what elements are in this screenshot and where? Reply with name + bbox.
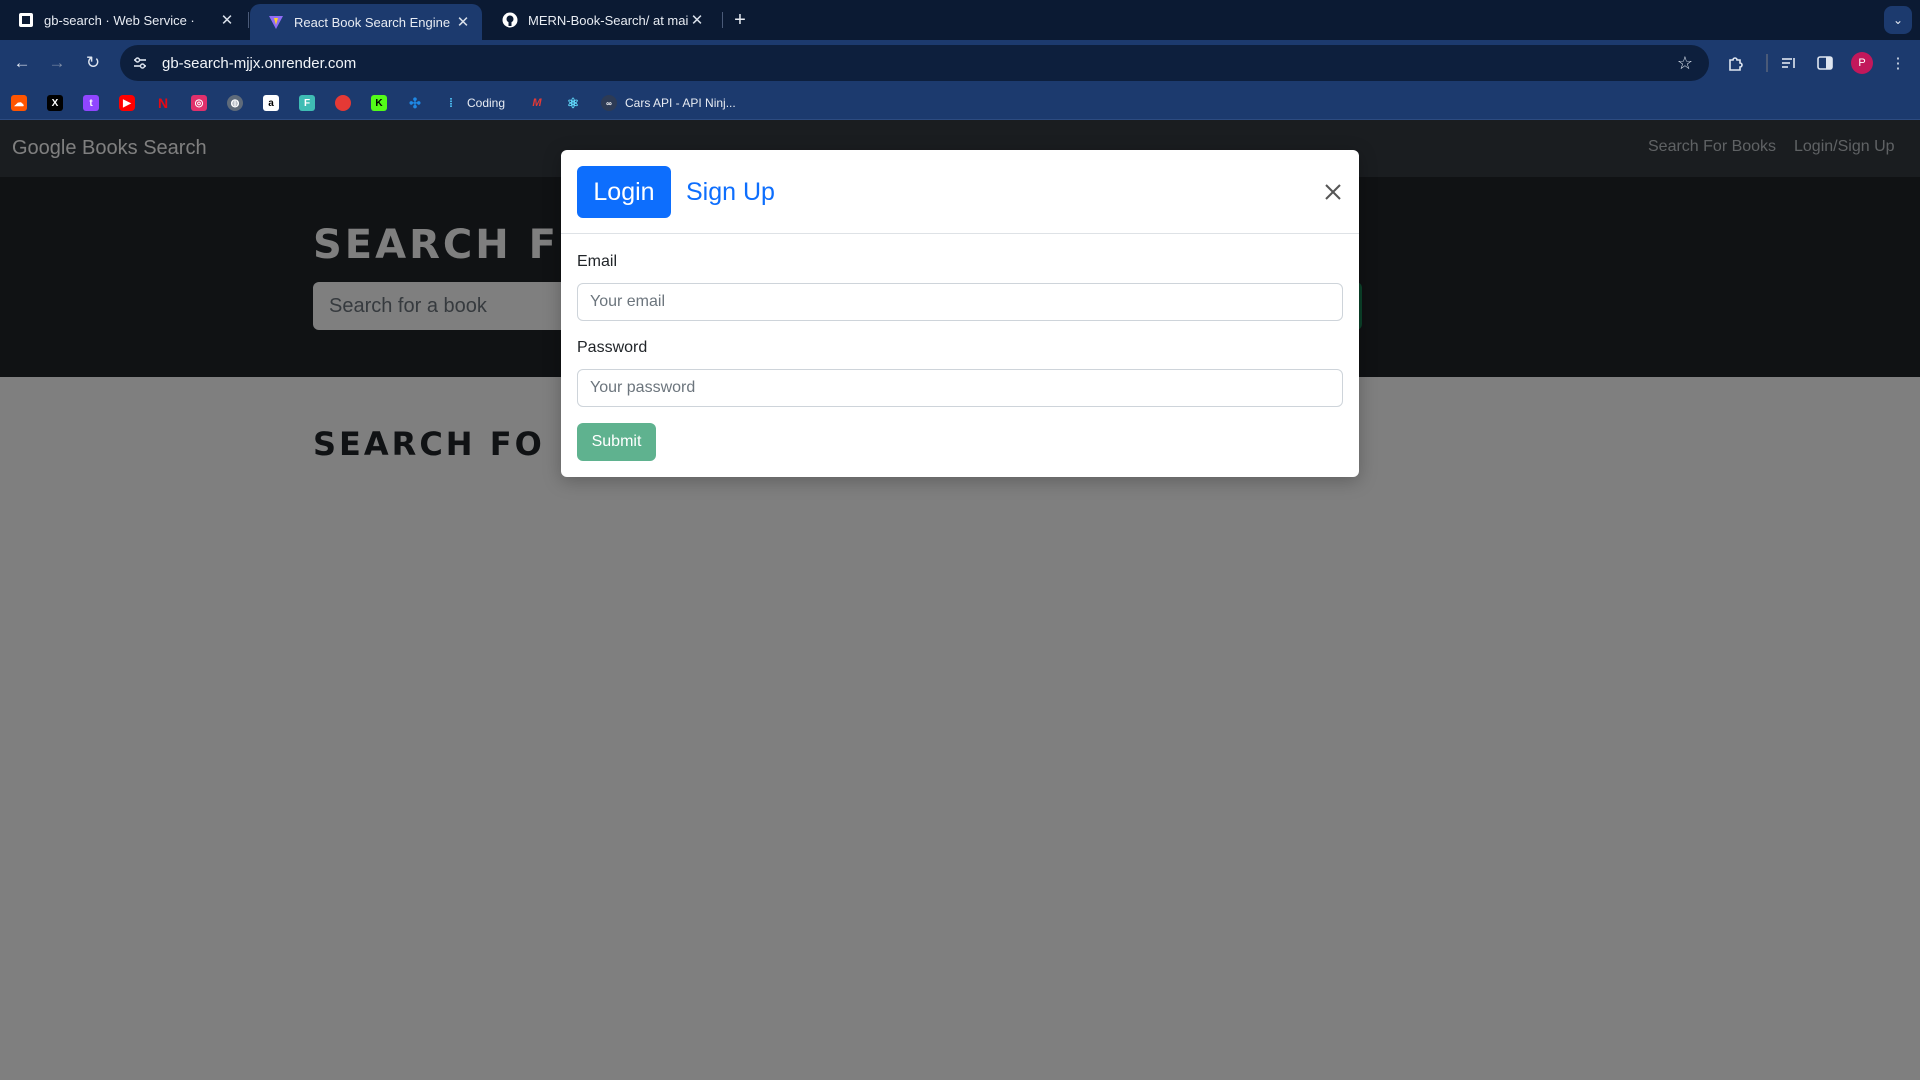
globe-icon: ◍ (227, 95, 243, 111)
close-icon[interactable] (1321, 180, 1345, 204)
bookmarks-bar: ☁ X t ▶ N ◎ ◍ a F K ✣ ⁞ Coding M ⚛ ∞ Car… (0, 86, 1920, 120)
modal-header: Login Sign Up (561, 150, 1359, 234)
browser-tab-render[interactable]: gb-search · Web Service · ✕ (0, 4, 246, 36)
frontend-mentor-icon: F (299, 95, 315, 111)
api-ninjas-icon: ∞ (601, 95, 617, 111)
bookmark-netflix[interactable]: N (155, 94, 171, 112)
side-panel-icon[interactable] (1813, 51, 1837, 75)
login-signup-modal: Login Sign Up Email Your email Password … (561, 150, 1359, 477)
tab-search-chevron-icon[interactable]: ⌄ (1884, 6, 1912, 34)
email-label: Email (577, 253, 618, 270)
bookmark-label: Cars API - API Ninj... (625, 96, 736, 110)
password-field[interactable]: Your password (577, 369, 1343, 407)
bookmark-cars-api[interactable]: ∞ Cars API - API Ninj... (601, 94, 736, 112)
browser-toolbar: ← → ↻ gb-search-mjjx.onrender.com ☆ P ⋮ (0, 40, 1920, 86)
browser-tab-strip: gb-search · Web Service · ✕ React Book S… (0, 0, 1920, 40)
browser-tab-react-book-search[interactable]: React Book Search Engine ✕ (250, 4, 482, 40)
bookmark-x[interactable]: X (47, 94, 63, 112)
close-tab-icon[interactable]: ✕ (218, 11, 236, 29)
vite-icon (268, 14, 284, 30)
login-tab[interactable]: Login (577, 166, 671, 218)
netflix-icon: N (157, 95, 169, 111)
bookmark-star-icon[interactable]: ☆ (1671, 49, 1699, 77)
bookmark-youtube[interactable]: ▶ (119, 94, 135, 112)
x-icon: X (47, 95, 63, 111)
new-tab-button[interactable]: + (728, 8, 752, 32)
soundcloud-icon: ☁ (11, 95, 27, 111)
extensions-puzzle-icon[interactable] (1724, 51, 1748, 75)
close-tab-icon[interactable]: ✕ (688, 11, 706, 29)
address-bar[interactable]: gb-search-mjjx.onrender.com ☆ (120, 45, 1709, 81)
bookmark-soundcloud[interactable]: ☁ (11, 94, 27, 112)
bookmark-twitch[interactable]: t (83, 94, 99, 112)
kick-icon: K (371, 95, 387, 111)
bookmark-red-blob[interactable] (335, 94, 351, 112)
tab-title: MERN-Book-Search/ at main (528, 12, 688, 28)
reload-icon[interactable]: ↻ (79, 49, 107, 77)
media-controls-icon[interactable] (1777, 51, 1801, 75)
close-tab-icon[interactable]: ✕ (454, 13, 472, 31)
bookmark-instagram[interactable]: ◎ (191, 94, 207, 112)
signup-tab[interactable]: Sign Up (686, 166, 775, 218)
password-label: Password (577, 339, 648, 356)
twitch-icon: t (83, 95, 99, 111)
m-logo-icon: M (532, 97, 542, 109)
browser-menu-icon[interactable]: ⋮ (1886, 51, 1910, 75)
tab-title: React Book Search Engine (294, 14, 451, 30)
tab-divider (722, 12, 723, 28)
amazon-icon: a (263, 95, 279, 111)
submit-button[interactable]: Submit (577, 423, 656, 461)
youtube-icon: ▶ (119, 95, 135, 111)
tab-title: gb-search · Web Service · (44, 12, 195, 28)
bookmark-globe[interactable]: ◍ (227, 94, 243, 112)
coding-icon: ⁞ (449, 96, 453, 110)
red-blob-icon (335, 95, 351, 111)
instagram-icon: ◎ (191, 95, 207, 111)
bookmark-react[interactable]: ⚛ (565, 94, 581, 112)
dev-tool-icon: ✣ (409, 94, 421, 111)
bookmark-coding[interactable]: ⁞ Coding (443, 94, 505, 112)
url-text: gb-search-mjjx.onrender.com (162, 54, 357, 72)
bookmark-kick[interactable]: K (371, 94, 387, 112)
bookmark-m-logo[interactable]: M (529, 94, 545, 112)
render-icon (18, 12, 34, 28)
tab-divider (248, 12, 249, 28)
react-icon: ⚛ (566, 94, 580, 111)
github-icon (502, 12, 518, 28)
profile-avatar[interactable]: P (1851, 52, 1873, 74)
bookmark-dev-tool[interactable]: ✣ (407, 94, 423, 112)
site-settings-icon[interactable] (126, 49, 154, 77)
toolbar-divider (1766, 54, 1768, 72)
bookmark-amazon[interactable]: a (263, 94, 279, 112)
forward-arrow-icon[interactable]: → (43, 49, 71, 77)
email-field[interactable]: Your email (577, 283, 1343, 321)
browser-tab-github[interactable]: MERN-Book-Search/ at main ✕ (484, 4, 716, 36)
bookmark-frontend-mentor[interactable]: F (299, 94, 315, 112)
bookmark-label: Coding (467, 96, 506, 110)
back-arrow-icon[interactable]: ← (8, 49, 36, 77)
